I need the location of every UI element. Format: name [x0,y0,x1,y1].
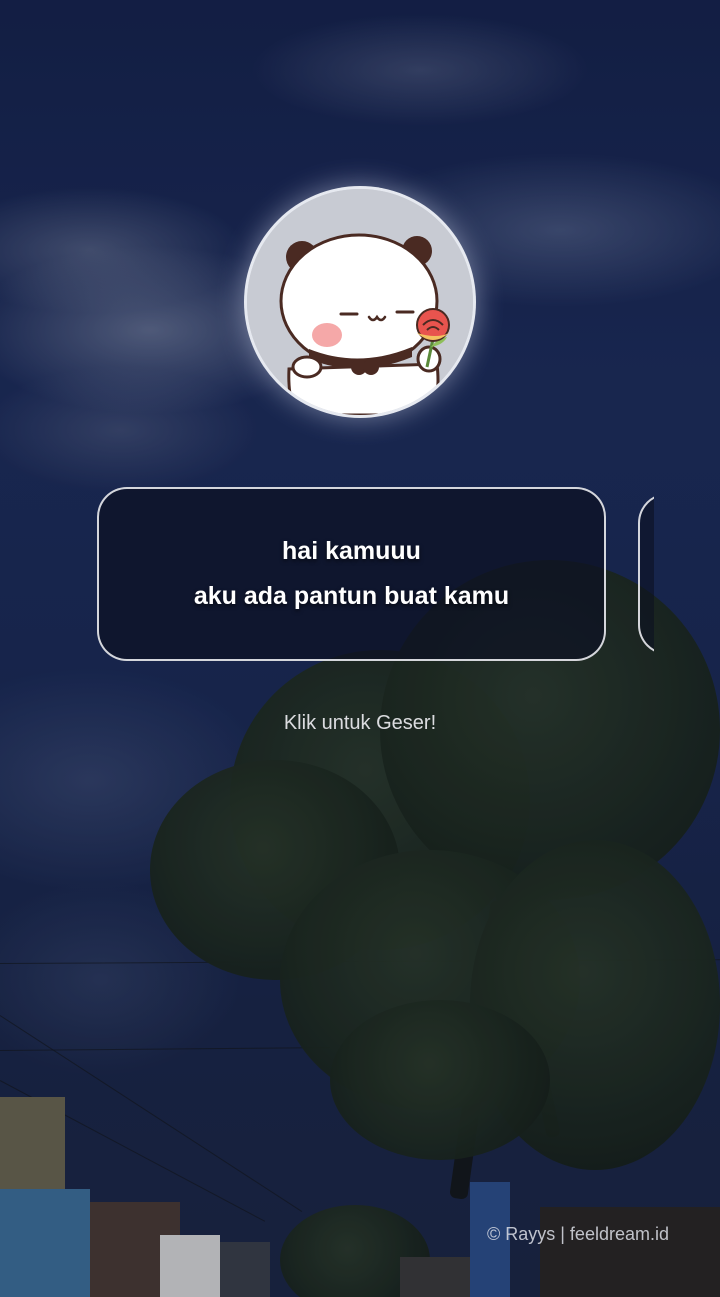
footer-credit: © Rayys | feeldream.id [486,1224,669,1244]
panda-with-rose-icon [247,189,473,415]
message-card[interactable]: hai kamuuu aku ada pantun buat kamu [97,487,606,661]
message-line: aku ada pantun buat kamu [193,582,510,610]
next-card-peek[interactable] [638,480,654,670]
swipe-hint[interactable]: Klik untuk Geser! [0,712,720,735]
next-message-card[interactable] [638,493,654,655]
avatar [244,186,476,418]
message-line: hai kamuuu [282,537,421,565]
